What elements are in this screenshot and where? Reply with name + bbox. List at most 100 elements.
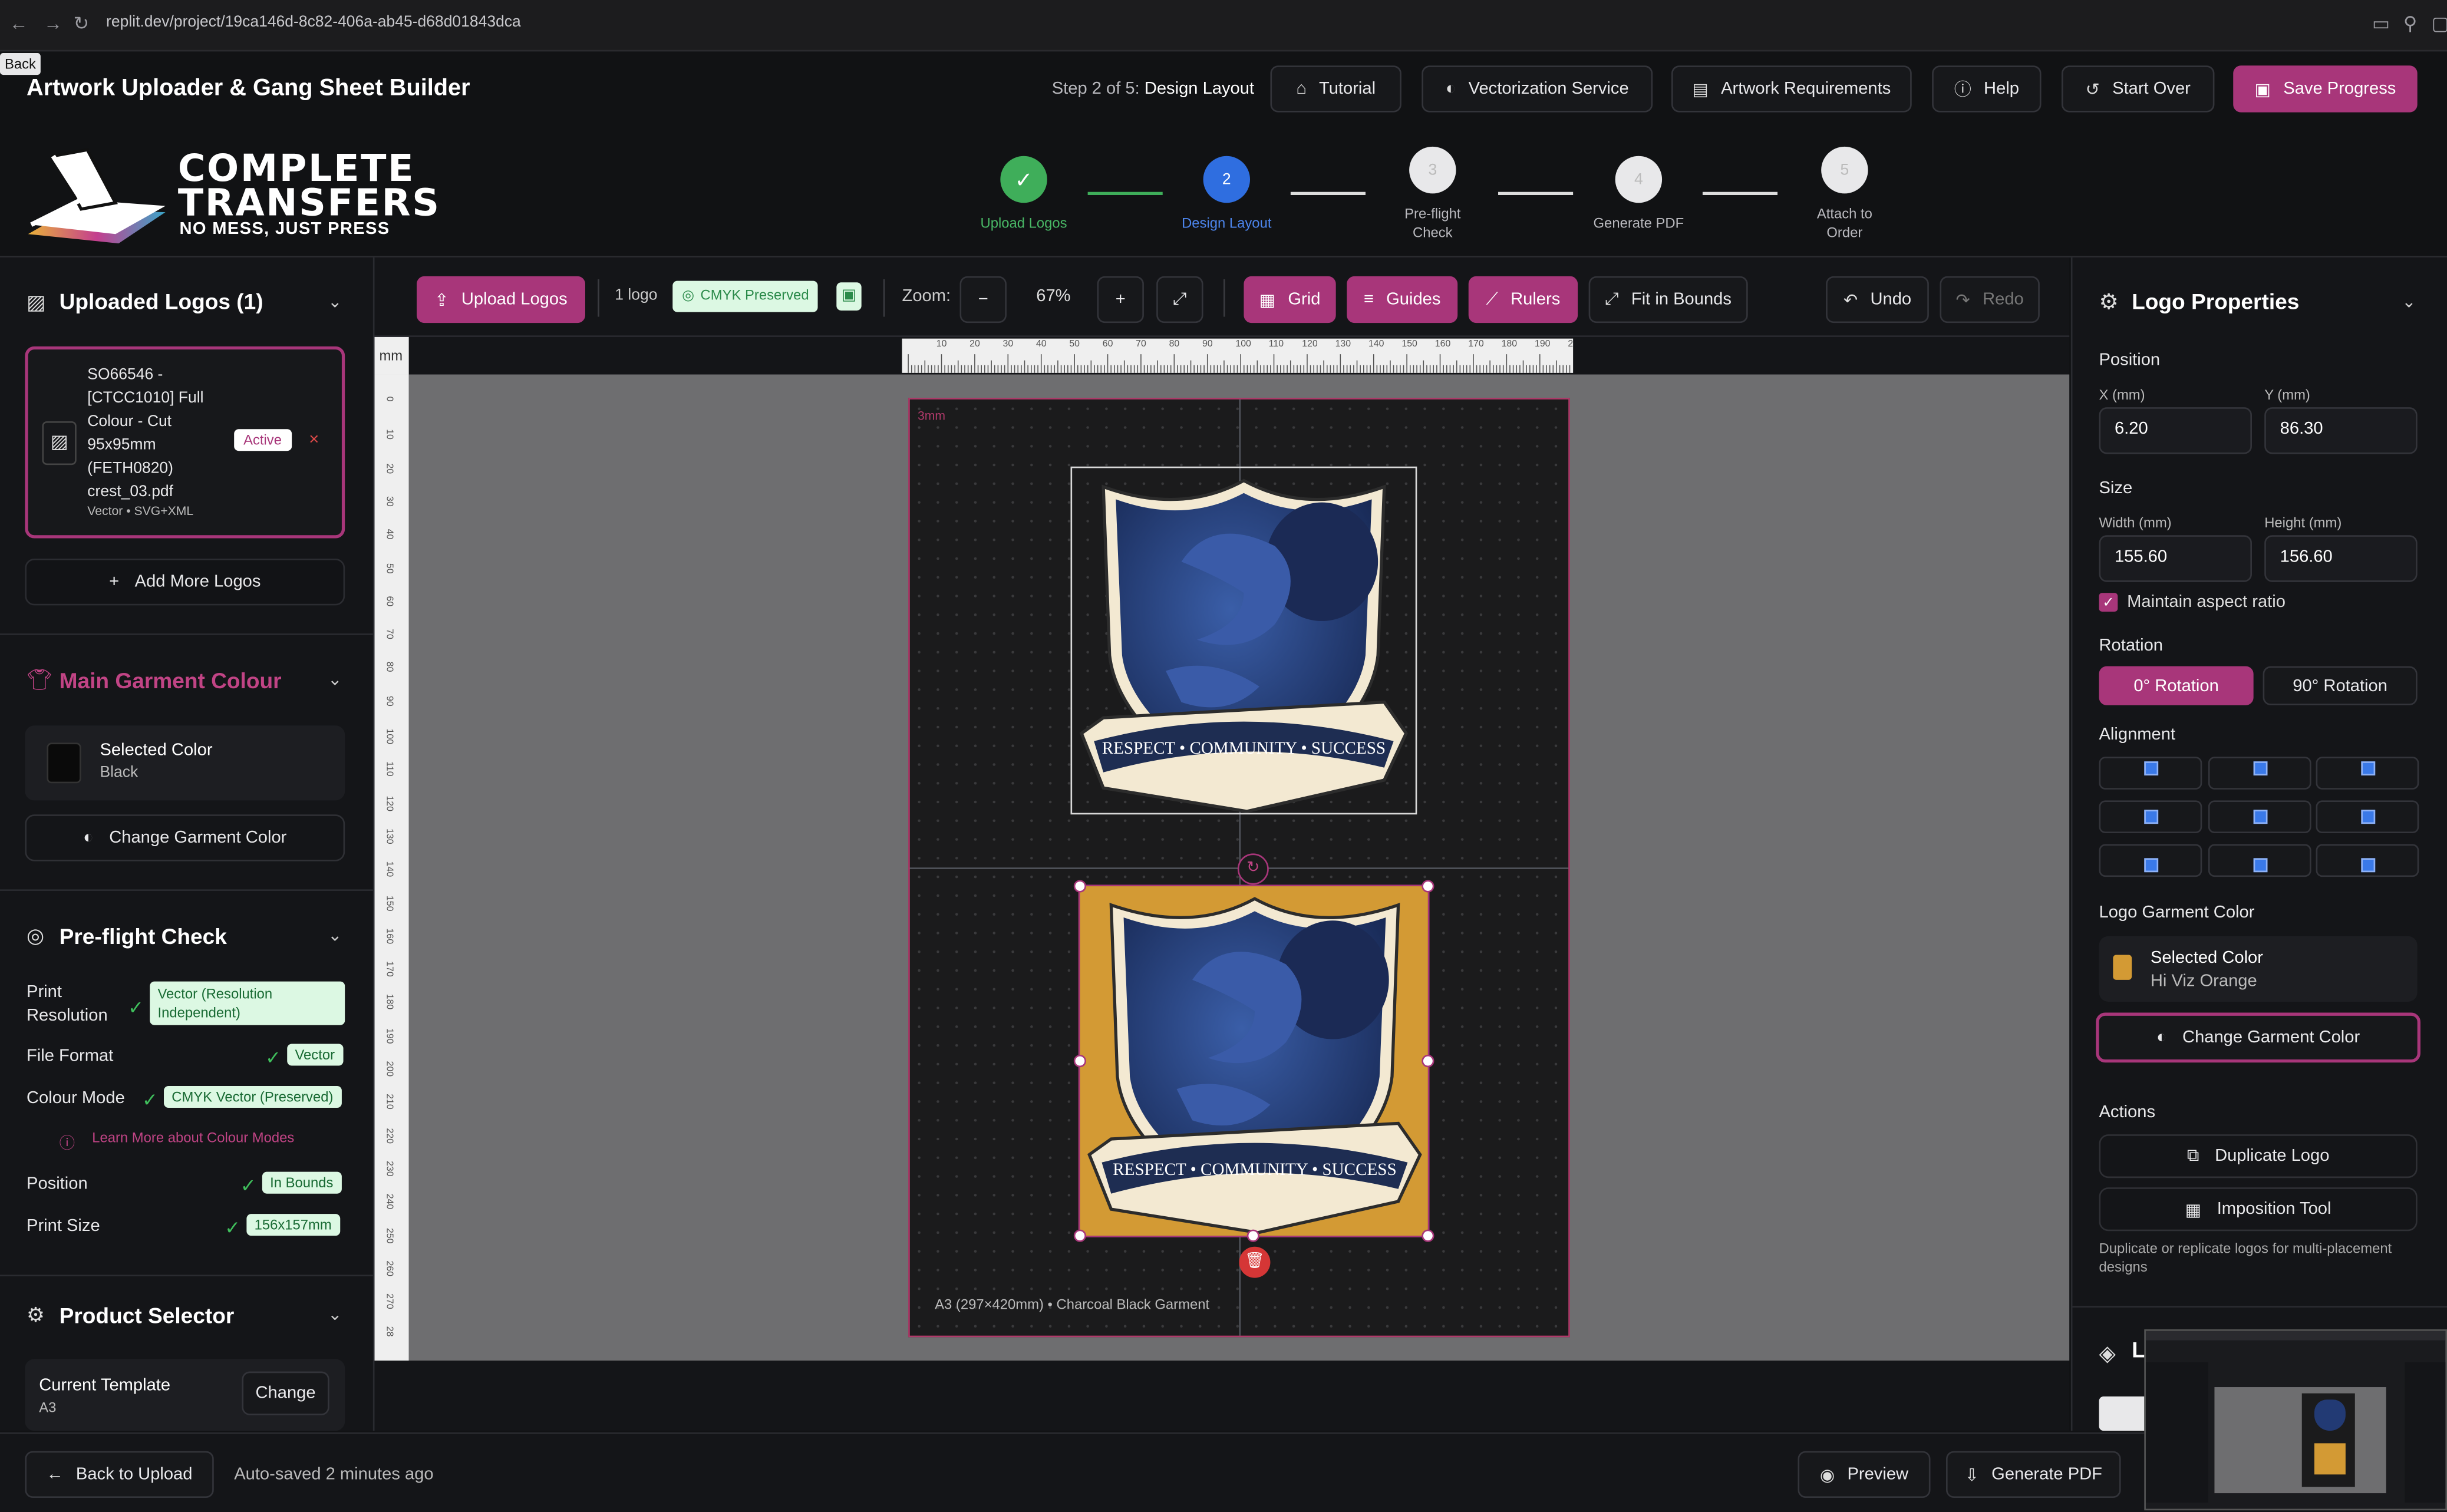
aspect-ratio-checkbox[interactable]: ✓ <box>2099 593 2118 612</box>
ruler-left-tick-label: 230 <box>384 1160 394 1177</box>
duplicate-logo-button[interactable]: ⧉ Duplicate Logo <box>2099 1134 2418 1178</box>
step-1-circle[interactable]: ✓ <box>1000 156 1047 203</box>
resize-handle-e[interactable] <box>1422 1055 1434 1068</box>
ruler-top: 10 20 30 40 50 60 70 80 90 100 110 120 130 140 150 160 1… <box>902 338 1573 373</box>
rotate-handle-icon[interactable]: ↻ <box>1237 853 1269 885</box>
fit-in-bounds-button[interactable]: ⤢ Fit in Bounds <box>1588 276 1748 323</box>
help-button[interactable]: ⓘ Help <box>1932 65 2042 113</box>
reload-icon[interactable]: ↻ <box>73 12 89 34</box>
align-top-center-button[interactable] <box>2208 757 2311 790</box>
learn-colour-modes-link[interactable]: Learn More about Colour Modes <box>92 1130 294 1145</box>
zoom-in-button[interactable]: + <box>1097 276 1144 323</box>
y-input[interactable]: 86.30 <box>2264 407 2418 454</box>
grid-toggle-button[interactable]: ▦ Grid <box>1244 276 1336 323</box>
x-input[interactable]: 6.20 <box>2099 407 2253 454</box>
add-more-logos-button[interactable]: + Add More Logos <box>25 558 345 606</box>
upload-logos-button[interactable]: ⇪ Upload Logos <box>417 276 585 323</box>
placed-logo-1[interactable]: RESPECT • COMMUNITY • SUCCESS <box>1070 466 1417 815</box>
print-resolution-value: Vector (Resolution Independent) <box>150 981 345 1025</box>
logo-change-garment-color-button[interactable]: ◐ Change Garment Color <box>2096 1012 2420 1063</box>
imposition-tool-button[interactable]: ▦ Imposition Tool <box>2099 1187 2418 1232</box>
rotation-0-button[interactable]: 0° Rotation <box>2099 666 2254 705</box>
align-bottom-left-button[interactable] <box>2099 844 2202 877</box>
chevron-down-icon[interactable]: ⌄ <box>2402 292 2416 312</box>
cast-icon[interactable]: ▭ <box>2372 12 2390 34</box>
check-icon: ✓ <box>225 1217 240 1239</box>
logo-change-garment-label: Change Garment Color <box>2182 1028 2360 1047</box>
uploaded-logo-card[interactable]: ▨ SO66546 - [CTCC1010] Full Colour - Cut… <box>25 346 345 539</box>
chevron-down-icon[interactable]: ⌄ <box>328 1305 342 1325</box>
chevron-down-icon[interactable]: ⌄ <box>328 292 342 312</box>
ruler-left-tick-label: 190 <box>384 1028 394 1044</box>
tutorial-button[interactable]: ⌂ Tutorial <box>1270 65 1401 113</box>
color-swatch-icon[interactable]: ▣ <box>836 282 862 311</box>
width-input[interactable]: 155.60 <box>2099 535 2253 582</box>
resize-handle-ne[interactable] <box>1422 880 1434 893</box>
align-middle-right-button[interactable] <box>2316 800 2419 834</box>
ruler-unit: mm <box>374 336 409 375</box>
change-template-button[interactable]: Change <box>242 1371 329 1415</box>
generate-pdf-button[interactable]: ⇩ Generate PDF <box>1946 1451 2121 1498</box>
change-garment-color-button[interactable]: ◐ Change Garment Color <box>25 814 345 861</box>
vectorization-service-button[interactable]: ◐ Vectorization Service <box>1422 65 1653 113</box>
resize-handle-se[interactable] <box>1422 1229 1434 1242</box>
delete-logo-icon[interactable]: 🗑︎ <box>1239 1246 1271 1278</box>
screenshot-preview-thumbnail[interactable] <box>2144 1329 2447 1511</box>
chevron-down-icon[interactable]: ⌄ <box>328 925 342 946</box>
logo-count: 1 logo <box>615 287 658 305</box>
right-sidebar: ⚙ Logo Properties ⌄ Position X (mm) Y (m… <box>2070 257 2447 1431</box>
preview-button[interactable]: ◉ Preview <box>1798 1451 1931 1498</box>
step-2-circle[interactable]: 2 <box>1203 156 1251 203</box>
start-over-button[interactable]: ↺ Start Over <box>2061 65 2215 113</box>
help-circle-icon: ⓘ <box>1954 81 1971 100</box>
remove-logo-icon[interactable]: × <box>309 431 319 450</box>
uploaded-logos-heading[interactable]: Uploaded Logos (1) <box>60 289 263 313</box>
undo-button[interactable]: ↶ Undo <box>1826 276 1929 323</box>
main-garment-colour-heading[interactable]: Main Garment Colour <box>60 668 282 692</box>
align-middle-left-button[interactable] <box>2099 800 2202 834</box>
product-selector-heading[interactable]: Product Selector <box>60 1303 235 1328</box>
save-progress-button[interactable]: ▣ Save Progress <box>2233 65 2418 113</box>
step-3-circle[interactable]: 3 <box>1409 146 1456 194</box>
a3-sheet[interactable]: 3mm A3 (297×420mm) • Charcoal Black Garm… <box>908 398 1570 1338</box>
url-bar[interactable]: replit.dev/project/19ca146d-8c82-406a-ab… <box>106 14 521 31</box>
forward-arrow-icon[interactable]: → <box>44 12 62 34</box>
align-bottom-right-button[interactable] <box>2316 844 2419 877</box>
align-top-right-button[interactable] <box>2316 757 2419 790</box>
logo-selected-color-value: Hi Viz Orange <box>2150 972 2257 991</box>
rulers-toggle-button[interactable]: ⟋ Rulers <box>1468 276 1578 323</box>
resize-handle-sw[interactable] <box>1073 1229 1086 1242</box>
zoom-out-button[interactable]: − <box>959 276 1007 323</box>
brand-line-2: TRANSFERS <box>177 181 441 225</box>
logo-meta: Vector • SVG+XML <box>87 504 194 519</box>
fullscreen-button[interactable]: ⤢ <box>1156 276 1203 323</box>
align-bottom-center-button[interactable] <box>2208 844 2311 877</box>
layers-heading[interactable]: L <box>2132 1337 2145 1362</box>
current-template-value: A3 <box>39 1399 57 1415</box>
rotation-90-button[interactable]: 90° Rotation <box>2263 666 2418 705</box>
menu-icon[interactable]: ▢ <box>2432 12 2447 34</box>
step-5-circle[interactable]: 5 <box>1821 146 1868 194</box>
logo-properties-heading[interactable]: Logo Properties <box>2132 289 2299 313</box>
artwork-requirements-button[interactable]: ▤ Artwork Requirements <box>1671 65 1912 113</box>
back-tooltip: Back <box>0 53 41 75</box>
guides-toggle-button[interactable]: ≡ Guides <box>1347 276 1458 323</box>
ruler-left-tick-label: 40 <box>384 529 394 540</box>
preflight-check-heading[interactable]: Pre-flight Check <box>60 924 227 949</box>
redo-button[interactable]: ↷ Redo <box>1940 276 2040 323</box>
height-input[interactable]: 156.60 <box>2264 535 2418 582</box>
grid-icon: ▦ <box>1259 290 1276 310</box>
ruler-left-tick-label: 20 <box>384 463 394 474</box>
align-center-button[interactable] <box>2208 800 2311 834</box>
resize-handle-nw[interactable] <box>1073 880 1086 893</box>
align-top-left-button[interactable] <box>2099 757 2202 790</box>
step-4-circle[interactable]: 4 <box>1615 156 1663 203</box>
back-to-upload-button[interactable]: ← Back to Upload <box>25 1451 214 1498</box>
chevron-down-icon[interactable]: ⌄ <box>328 669 342 690</box>
resize-handle-s[interactable] <box>1246 1229 1259 1242</box>
minus-icon: − <box>978 290 988 309</box>
extension-icon[interactable]: ⚲ <box>2403 12 2417 34</box>
back-arrow-icon[interactable]: ← <box>9 12 28 34</box>
separator <box>883 279 885 317</box>
resize-handle-w[interactable] <box>1073 1055 1086 1068</box>
